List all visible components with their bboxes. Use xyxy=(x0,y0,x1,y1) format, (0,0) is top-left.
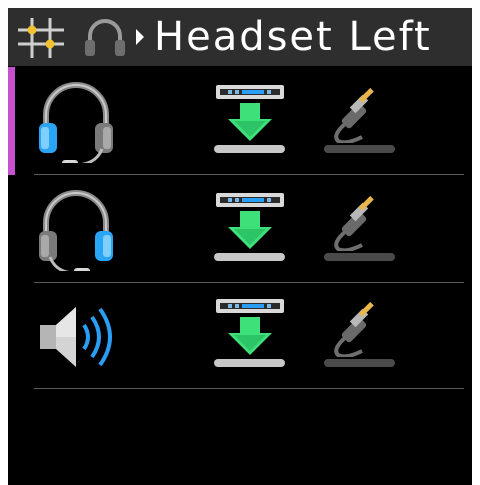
jack-level-bar xyxy=(324,145,395,153)
row-divider xyxy=(34,388,464,389)
list-item[interactable] xyxy=(8,175,472,283)
level-bar xyxy=(214,359,285,367)
headphones-icon[interactable] xyxy=(82,16,128,60)
list-item[interactable] xyxy=(8,67,472,175)
mixer-icon[interactable] xyxy=(14,16,68,60)
selection-indicator xyxy=(8,175,15,283)
list-item[interactable] xyxy=(8,281,472,389)
audio-jack-icon[interactable] xyxy=(328,191,388,251)
header-bar: Headset Left xyxy=(8,8,472,66)
breadcrumb-arrow-icon xyxy=(136,29,144,45)
audio-jack-icon[interactable] xyxy=(328,297,388,357)
headset-left-ear-icon xyxy=(39,82,113,163)
audio-jack-icon[interactable] xyxy=(328,83,388,143)
level-bar xyxy=(214,145,285,153)
page-title: Headset Left xyxy=(154,14,432,60)
speaker-icon xyxy=(40,307,112,367)
selection-indicator xyxy=(8,67,15,175)
screen: Headset Left xyxy=(8,8,472,485)
jack-level-bar xyxy=(324,253,395,261)
selection-indicator xyxy=(8,281,15,389)
jack-level-bar xyxy=(324,359,395,367)
headset-right-ear-icon xyxy=(39,190,113,271)
level-bar xyxy=(214,253,285,261)
